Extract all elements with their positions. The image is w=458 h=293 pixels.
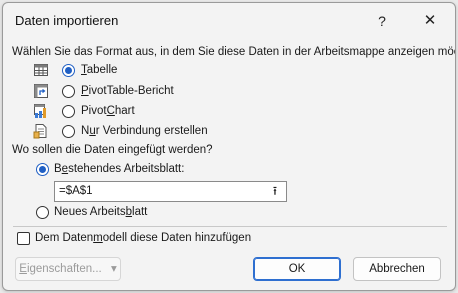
radio-pivotchart[interactable] <box>62 105 75 118</box>
cell-reference-input[interactable]: =$A$1 <box>54 181 287 202</box>
radio-pivotchart-mnemonic: C <box>106 105 115 117</box>
radio-existing-worksheet[interactable] <box>36 163 49 176</box>
radio-table-text: abelle <box>86 64 118 76</box>
cancel-button[interactable]: Abbrechen <box>353 257 441 281</box>
collapse-dialog-icon[interactable]: ⭱ <box>265 183 285 200</box>
radio-pivotchart-prefix: Pivot <box>81 105 107 117</box>
radio-existing-worksheet-text: stehendes Arbeitsblatt: <box>68 163 185 175</box>
close-button[interactable]: ✕ <box>415 7 445 35</box>
radio-pivottable[interactable] <box>62 85 75 98</box>
radio-new-worksheet[interactable] <box>36 206 49 219</box>
radio-pivottable-mnemonic: P <box>81 85 89 97</box>
radio-new-worksheet-text: latt <box>132 206 148 218</box>
divider <box>13 226 447 227</box>
location-prompt: Wo sollen die Daten eingefügt werden? <box>12 144 213 156</box>
radio-existing-worksheet-label[interactable]: Bestehendes Arbeitsblatt: <box>54 163 184 175</box>
datamodel-label-mnemonic: m <box>93 232 103 244</box>
chevron-down-icon: ▾ <box>110 263 117 275</box>
radio-table[interactable] <box>62 64 75 77</box>
title-bar: Daten importieren ? ✕ <box>3 3 455 39</box>
connection-icon <box>33 124 47 139</box>
radio-existing-worksheet-prefix: B <box>54 163 62 175</box>
radio-pivotchart-label[interactable]: PivotChart <box>81 105 135 117</box>
properties-button-mnemonic: E <box>19 263 27 275</box>
pivottable-icon <box>34 84 48 98</box>
import-data-dialog: Daten importieren ? ✕ Wählen Sie das For… <box>2 2 456 291</box>
radio-pivottable-label[interactable]: PivotTable-Bericht <box>81 85 174 97</box>
table-icon <box>34 64 48 76</box>
format-prompt: Wählen Sie das Format aus, in dem Sie di… <box>12 46 456 58</box>
properties-button-label: igenschaften... <box>26 263 102 275</box>
datamodel-checkbox[interactable] <box>17 232 30 245</box>
radio-new-worksheet-label[interactable]: Neues Arbeitsblatt <box>54 206 147 218</box>
radio-connection-only-text: r Verbindung erstellen <box>95 125 208 137</box>
pivotchart-icon <box>34 104 46 118</box>
radio-pivotchart-text: hart <box>114 105 135 117</box>
radio-table-label[interactable]: Tabelle <box>81 64 117 76</box>
datamodel-label-prefix: Dem Daten <box>35 232 94 244</box>
radio-connection-only[interactable] <box>62 125 75 138</box>
ok-button[interactable]: OK <box>253 257 341 281</box>
datamodel-checkbox-label[interactable]: Dem Datenmodell diese Daten hinzufügen <box>35 232 251 244</box>
help-button[interactable]: ? <box>367 7 397 35</box>
properties-button[interactable]: Eigenschaften... ▾ <box>15 257 121 281</box>
radio-new-worksheet-prefix: Neues Arbeits <box>54 206 126 218</box>
radio-pivottable-text: ivotTable-Bericht <box>88 85 174 97</box>
datamodel-label-text: odell diese Daten hinzufügen <box>102 232 252 244</box>
radio-connection-only-label[interactable]: Nur Verbindung erstellen <box>81 125 208 137</box>
dialog-title: Daten importieren <box>15 13 119 28</box>
cell-reference-value: =$A$1 <box>59 185 93 197</box>
